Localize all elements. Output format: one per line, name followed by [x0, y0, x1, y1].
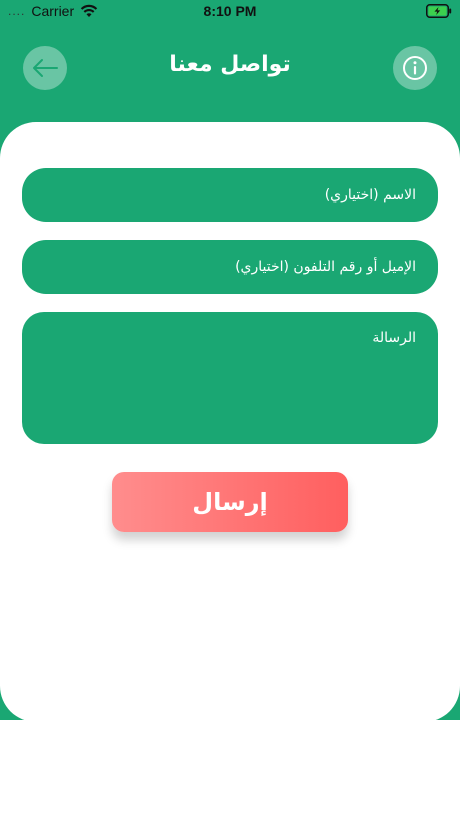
submit-button[interactable]: إرسال — [112, 472, 348, 532]
page-title: تواصل معنا — [169, 52, 291, 77]
name-placeholder: الاسم (اختياري) — [324, 187, 416, 203]
info-button[interactable] — [393, 46, 437, 90]
info-icon — [403, 56, 427, 80]
status-bar: .... Carrier 8:10 PM — [0, 0, 460, 24]
submit-label: إرسال — [192, 488, 268, 516]
battery-charging-icon — [426, 4, 452, 18]
contact-screen: .... Carrier 8:10 PM تواصل معنا الاسم (ا… — [0, 0, 460, 818]
message-field[interactable]: الرسالة — [22, 312, 438, 444]
contact-placeholder: الإميل أو رقم التلفون (اختياري) — [235, 259, 416, 275]
contact-field[interactable]: الإميل أو رقم التلفون (اختياري) — [22, 240, 438, 294]
message-placeholder: الرسالة — [372, 330, 416, 346]
status-time: 8:10 PM — [203, 3, 257, 19]
name-field[interactable]: الاسم (اختياري) — [22, 168, 438, 222]
